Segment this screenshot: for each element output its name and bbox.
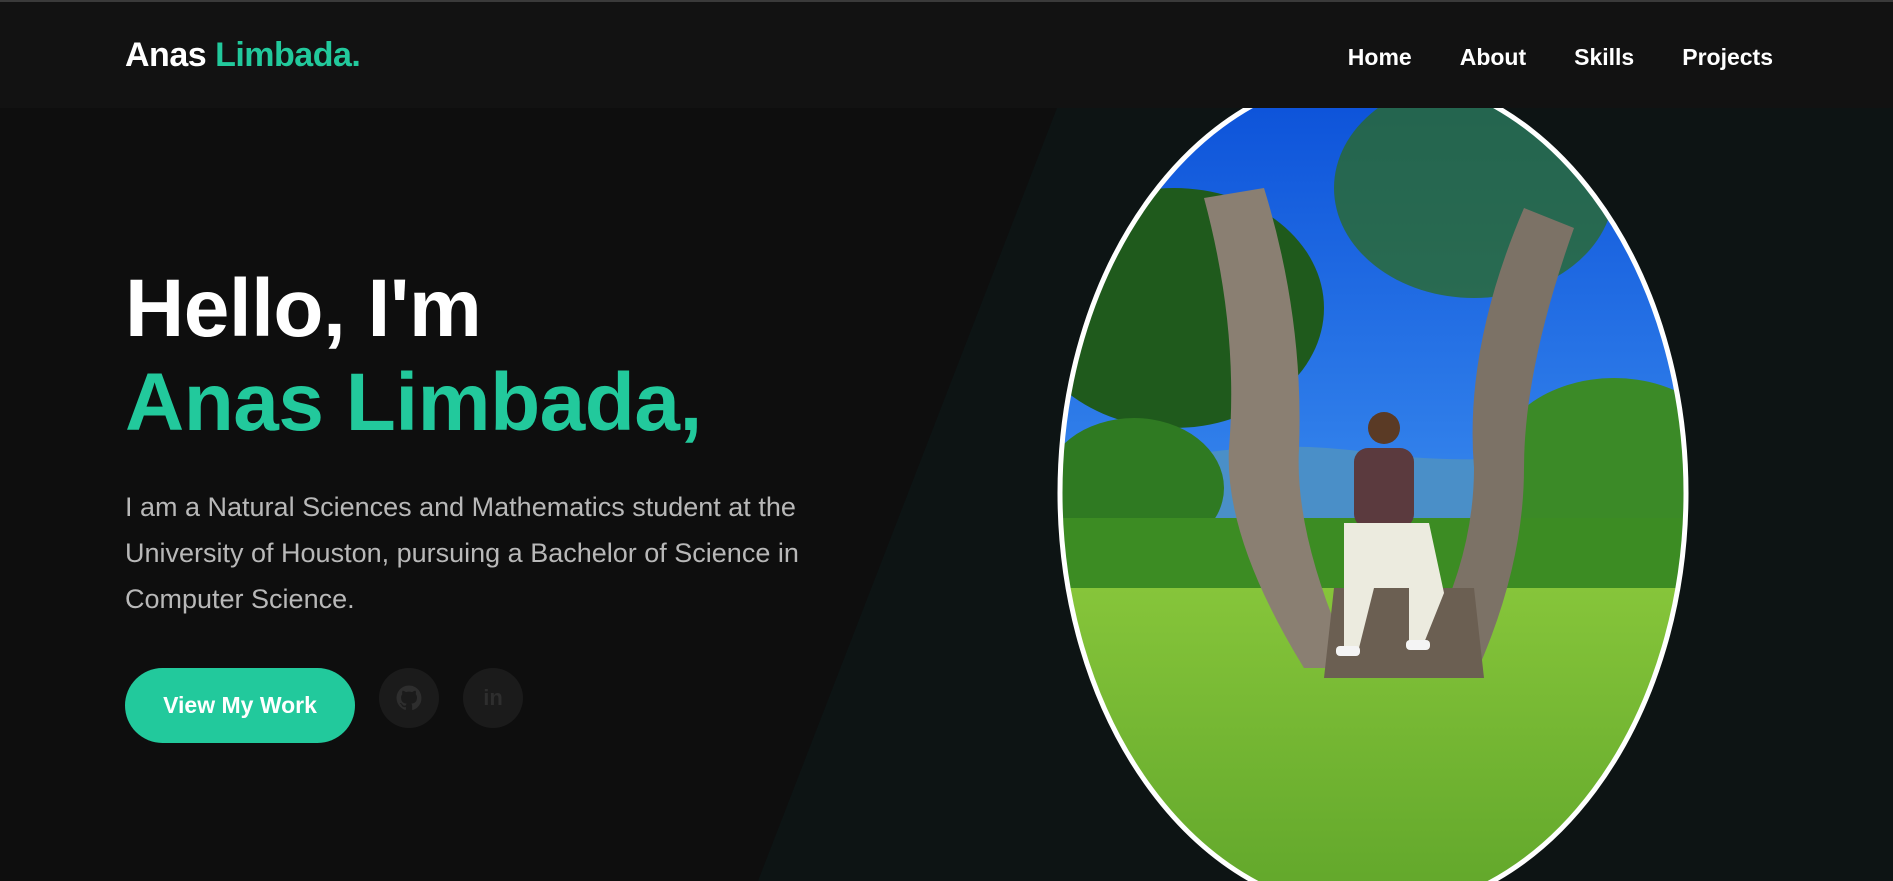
github-button[interactable] [379,668,439,728]
hero-bio: I am a Natural Sciences and Mathematics … [125,492,799,614]
nav-projects-link[interactable]: Projects [1682,44,1773,71]
site-logo[interactable]: Anas Limbada. [125,36,361,75]
nav-about-link[interactable]: About [1460,44,1526,71]
nav-skills-link[interactable]: Skills [1574,44,1634,71]
navbar: Anas Limbada. Home About Skills Projects [0,2,1893,108]
nav-home-link[interactable]: Home [1348,44,1412,71]
logo-last-name: Limbada. [215,36,361,74]
linkedin-icon: in [483,685,503,710]
view-my-work-button[interactable]: View My Work [125,668,355,743]
profile-photo [1057,108,1689,881]
hero-greeting: Hello, I'm [125,263,482,354]
linkedin-button[interactable]: in [463,668,523,728]
github-icon [396,685,422,710]
hero-name: Anas Limbada, [125,357,702,448]
hero-section: Hello, I'm Anas Limbada, I am a Natural … [0,108,1893,881]
logo-first-name: Anas [125,36,207,74]
nav-links: Home About Skills Projects [1348,44,1773,71]
